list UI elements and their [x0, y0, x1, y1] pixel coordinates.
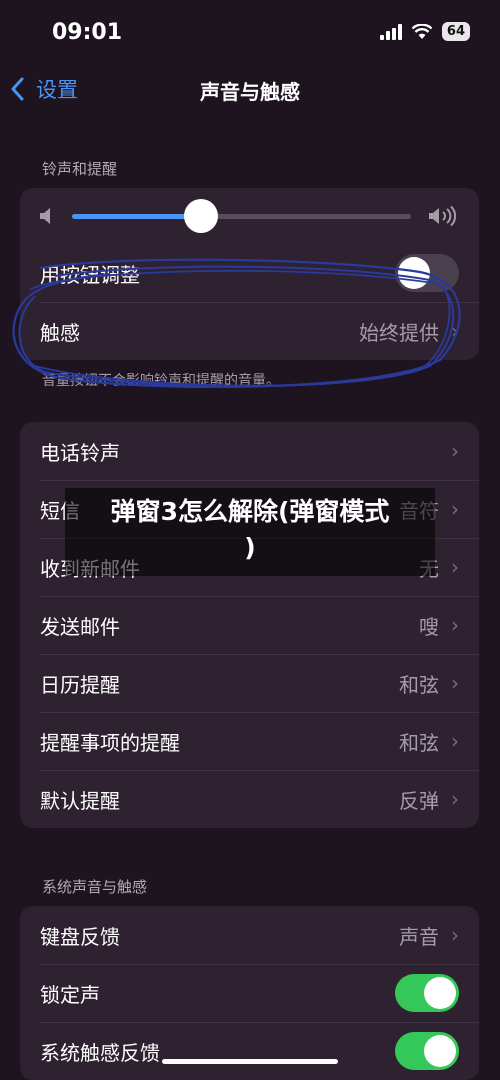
- toggle-knob: [424, 1035, 456, 1067]
- sound-row[interactable]: 电话铃声 ›: [20, 422, 479, 480]
- section-label-system: 系统声音与触感: [42, 878, 148, 896]
- volume-slider-fill: [72, 213, 201, 219]
- status-time: 09:01: [52, 20, 123, 45]
- sound-row[interactable]: 发送邮件 嗖 ›: [20, 596, 479, 654]
- keyboard-feedback-row[interactable]: 键盘反馈 声音 ›: [20, 906, 479, 964]
- home-indicator[interactable]: [162, 1059, 338, 1064]
- chevron-right-icon: ›: [451, 671, 459, 695]
- chevron-right-icon: ›: [451, 729, 459, 753]
- sound-row-label: 日历提醒: [40, 672, 120, 697]
- ringer-group: 用按钮调整 触感 始终提供 ›: [20, 188, 479, 360]
- section-label-ringer: 铃声和提醒: [42, 160, 118, 178]
- system-haptics-toggle[interactable]: [395, 1032, 459, 1070]
- chevron-right-icon: ›: [451, 787, 459, 811]
- haptics-label: 触感: [40, 320, 80, 345]
- overlay-title-line2: ): [244, 533, 256, 562]
- wifi-icon: [411, 24, 432, 39]
- volume-slider-thumb[interactable]: [183, 198, 218, 233]
- chevron-right-icon: ›: [451, 923, 459, 947]
- sound-row[interactable]: 提醒事项的提醒 和弦 ›: [20, 712, 479, 770]
- volume-slider[interactable]: [72, 198, 411, 233]
- overlay-title: 弹窗3怎么解除(弹窗模式 ): [65, 494, 435, 566]
- chevron-right-icon: ›: [451, 497, 459, 521]
- sound-row-value: 和弦: [399, 672, 439, 697]
- toggle-knob: [398, 257, 430, 289]
- keyboard-feedback-label: 键盘反馈: [40, 924, 120, 949]
- keyboard-feedback-value: 声音: [399, 924, 439, 949]
- sound-row-value: 和弦: [399, 730, 439, 755]
- haptics-row[interactable]: 触感 始终提供 ›: [20, 302, 479, 360]
- lock-sound-row: 锁定声: [20, 964, 479, 1022]
- adjust-with-buttons-label: 用按钮调整: [40, 262, 140, 287]
- sound-row-label: 电话铃声: [40, 440, 120, 465]
- status-icons: 64: [379, 22, 470, 41]
- cellular-signal-icon: [379, 23, 402, 40]
- chevron-right-icon: ›: [451, 613, 459, 637]
- sound-row-value: 反弹: [399, 788, 439, 813]
- speaker-low-icon: [40, 208, 50, 224]
- chevron-right-icon: ›: [451, 439, 459, 463]
- adjust-with-buttons-toggle[interactable]: [395, 254, 459, 292]
- sound-row-label: 默认提醒: [40, 788, 120, 813]
- sound-row-label: 发送邮件: [40, 614, 120, 639]
- haptics-value: 始终提供: [359, 320, 439, 345]
- speaker-high-icon: [429, 206, 457, 226]
- chevron-right-icon: ›: [451, 555, 459, 579]
- battery-icon: 64: [441, 22, 470, 41]
- toggle-knob: [424, 977, 456, 1009]
- volume-footnote: 音量按钮不会影响铃声和提醒的音量。: [42, 373, 280, 389]
- sound-row-label: 提醒事项的提醒: [40, 730, 180, 755]
- sounds-group: 电话铃声 › 短信 音符 › 收到新邮件 无 › 发送邮件 嗖 › 日历提醒 和…: [20, 422, 479, 828]
- overlay-title-line1: 弹窗3怎么解除(弹窗模式: [110, 497, 390, 526]
- system-haptics-row: 系统触感反馈: [20, 1022, 479, 1080]
- adjust-with-buttons-row: 用按钮调整: [20, 244, 479, 302]
- system-group: 键盘反馈 声音 › 锁定声 系统触感反馈: [20, 906, 479, 1080]
- lock-sound-toggle[interactable]: [395, 974, 459, 1012]
- page-title: 声音与触感: [200, 80, 300, 104]
- volume-slider-row: [20, 188, 479, 244]
- sound-row-value: 嗖: [419, 614, 439, 639]
- chevron-right-icon: ›: [451, 319, 459, 343]
- navigation-bar: 设置 声音与触感: [0, 66, 500, 112]
- sound-row[interactable]: 日历提醒 和弦 ›: [20, 654, 479, 712]
- sound-row[interactable]: 默认提醒 反弹 ›: [20, 770, 479, 828]
- status-bar: 09:01 64: [0, 0, 500, 64]
- lock-sound-label: 锁定声: [40, 982, 100, 1007]
